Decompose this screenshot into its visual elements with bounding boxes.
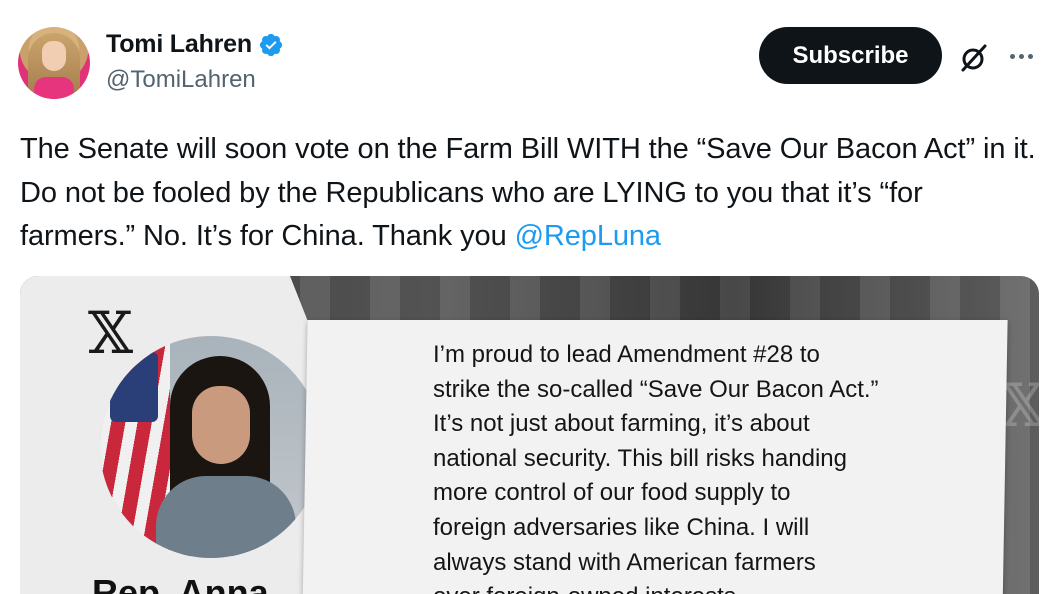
subscribe-button[interactable]: Subscribe (759, 27, 942, 84)
author-avatar[interactable] (18, 27, 90, 99)
quote-text: I’m proud to lead Amendment #28 to strik… (433, 341, 879, 594)
portrait-photo (100, 336, 322, 558)
tweet-text: The Senate will soon vote on the Farm Bi… (20, 128, 1040, 259)
grok-icon[interactable] (956, 40, 992, 76)
author-display-name[interactable]: Tomi Lahren (106, 30, 252, 59)
tweet-media-image[interactable]: 𝕏 𝕏 Rep. Anna I’m proud to lead Amendmen… (20, 276, 1039, 594)
tweet: Tomi Lahren @TomiLahren Subscribe The Se… (0, 0, 1056, 594)
verified-badge-icon (259, 33, 283, 56)
mention-link[interactable]: @RepLuna (515, 220, 661, 252)
more-icon[interactable] (1004, 42, 1038, 70)
person-name-label: Rep. Anna (92, 572, 269, 594)
author-handle[interactable]: @TomiLahren (106, 66, 256, 94)
author-name-row: Tomi Lahren (106, 30, 284, 59)
